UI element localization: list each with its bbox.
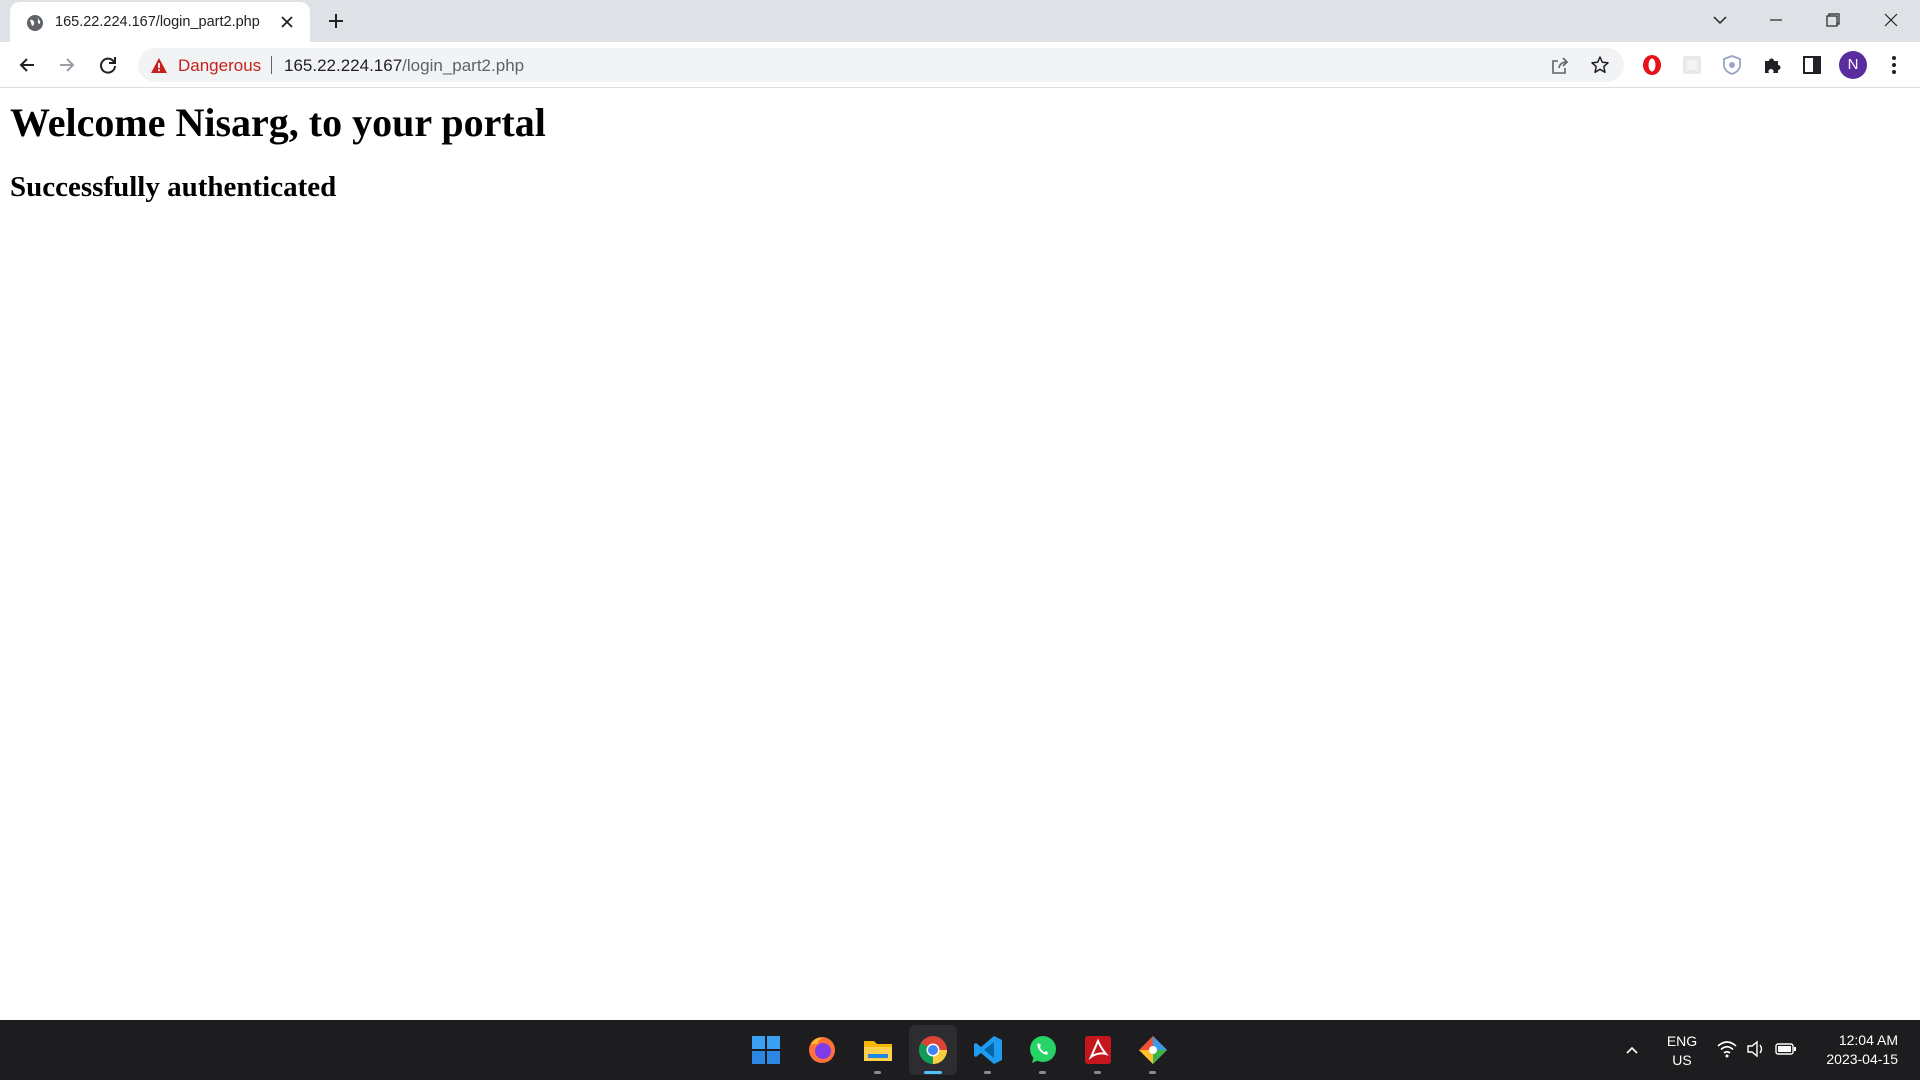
share-icon[interactable]	[1550, 56, 1570, 76]
divider	[271, 56, 272, 74]
close-tab-icon[interactable]	[280, 15, 294, 29]
new-tab-icon[interactable]	[326, 11, 346, 31]
security-status-label[interactable]: Dangerous	[178, 56, 261, 76]
side-panel-icon[interactable]	[1801, 54, 1823, 76]
url-host: 165.22.224.167	[284, 56, 403, 75]
windows-taskbar: ENG US 12:04 AM 2023-04-15	[0, 1020, 1920, 1080]
vscode-icon[interactable]	[972, 1034, 1004, 1066]
git-icon[interactable]	[1137, 1034, 1169, 1066]
running-indicator	[1094, 1071, 1101, 1074]
file-explorer-icon[interactable]	[862, 1034, 894, 1066]
window-close-icon[interactable]	[1881, 10, 1901, 30]
auth-status-heading: Successfully authenticated	[10, 171, 337, 203]
url-text[interactable]: 165.22.224.167/login_part2.php	[284, 56, 524, 76]
running-indicator	[874, 1071, 881, 1074]
active-indicator	[924, 1071, 942, 1074]
battery-icon[interactable]	[1775, 1040, 1797, 1058]
firefox-icon[interactable]	[806, 1034, 838, 1066]
running-indicator	[1039, 1071, 1046, 1074]
chevron-down-icon[interactable]	[1710, 10, 1730, 30]
forward-arrow-icon[interactable]	[56, 54, 78, 76]
wifi-icon[interactable]	[1717, 1040, 1737, 1058]
clock-time: 12:04 AM	[1838, 1032, 1898, 1048]
tab-title: 165.22.224.167/login_part2.php	[55, 14, 260, 30]
url-path: /login_part2.php	[402, 56, 525, 75]
profile-avatar[interactable]: N	[1839, 51, 1867, 79]
language-indicator[interactable]: ENG US	[1665, 1032, 1699, 1070]
browser-tab[interactable]: 165.22.224.167/login_part2.php	[10, 2, 310, 42]
language-code: ENG	[1666, 1033, 1698, 1049]
system-clock[interactable]: 12:04 AM 2023-04-15	[1808, 1031, 1898, 1069]
more-menu-icon[interactable]	[1884, 54, 1904, 76]
running-indicator	[984, 1071, 991, 1074]
clock-date: 2023-04-15	[1826, 1051, 1898, 1067]
chrome-icon[interactable]	[917, 1034, 949, 1066]
volume-icon[interactable]	[1746, 1040, 1766, 1058]
restore-icon[interactable]	[1823, 10, 1843, 30]
puzzle-extensions-icon[interactable]	[1761, 54, 1783, 76]
whatsapp-icon[interactable]	[1027, 1034, 1059, 1066]
running-indicator	[1149, 1071, 1156, 1074]
address-bar[interactable]: Dangerous 165.22.224.167/login_part2.php	[138, 48, 1624, 82]
page-content: Welcome Nisarg, to your portal Successfu…	[0, 89, 1920, 1020]
reload-icon[interactable]	[97, 54, 119, 76]
acrobat-icon[interactable]	[1082, 1034, 1114, 1066]
warning-icon[interactable]	[150, 57, 168, 74]
tab-strip: 165.22.224.167/login_part2.php	[0, 0, 1920, 42]
welcome-heading: Welcome Nisarg, to your portal	[10, 100, 546, 145]
shield-extension-icon[interactable]	[1721, 54, 1743, 76]
bookmark-star-icon[interactable]	[1590, 55, 1610, 75]
blank-extension-icon[interactable]	[1681, 54, 1703, 76]
globe-icon	[26, 14, 44, 32]
chevron-up-icon[interactable]	[1624, 1042, 1640, 1058]
minimize-icon[interactable]	[1766, 10, 1786, 30]
start-icon[interactable]	[750, 1034, 782, 1066]
opera-extension-icon[interactable]	[1641, 54, 1663, 76]
back-arrow-icon[interactable]	[16, 54, 38, 76]
browser-toolbar: Dangerous 165.22.224.167/login_part2.php…	[0, 42, 1920, 88]
region-code: US	[1672, 1052, 1692, 1068]
